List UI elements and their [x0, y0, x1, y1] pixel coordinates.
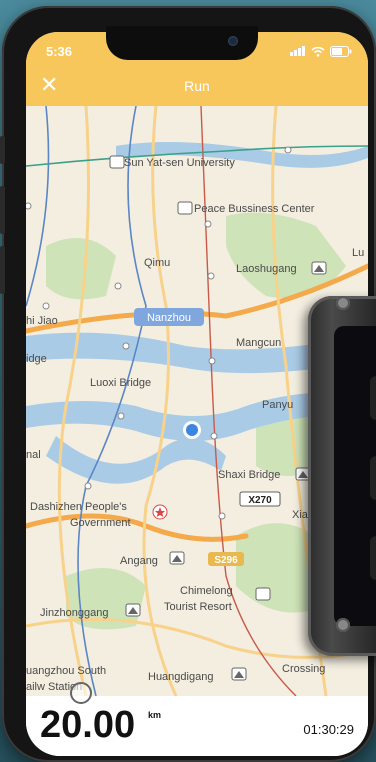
distance-value: 20.00 — [40, 704, 136, 746]
map-label: uangzhou South — [26, 665, 106, 677]
phone-side-button — [0, 136, 5, 164]
status-time: 5:36 — [46, 44, 73, 59]
map-label: Jinzhonggang — [40, 607, 109, 619]
app-header: ✕ Run — [26, 66, 368, 106]
map-label: Chimelong — [180, 585, 233, 597]
map-label: Mangcun — [236, 337, 281, 349]
camera-icon — [228, 36, 238, 46]
map-label: Laoshugang — [236, 263, 297, 275]
map-label: Tourist Resort — [164, 601, 232, 613]
distance-unit: km — [148, 710, 162, 720]
recenter-location-icon[interactable] — [70, 682, 92, 704]
map-label: Shaxi Bridge — [218, 469, 280, 481]
watch-screw — [336, 618, 350, 632]
watch-screw — [336, 296, 350, 310]
map-label: Sun Yat-sen University — [124, 157, 235, 169]
map-label: Government — [70, 517, 131, 529]
map-label: Qimu — [144, 257, 170, 269]
map-label: hi Jiao — [26, 315, 58, 327]
smartwatch-overlay — [308, 296, 376, 656]
run-stats-panel: 20.00 km 01:30:29 — [26, 696, 368, 756]
page-title: Run — [184, 78, 210, 94]
school-icon — [109, 155, 125, 169]
map-label: Panyu — [262, 399, 293, 411]
map-label: Luoxi Bridge — [90, 377, 151, 389]
signal-icon — [290, 44, 306, 59]
map-label: nal — [26, 449, 41, 461]
battery-icon — [330, 46, 352, 57]
map-label: Angang — [120, 555, 158, 567]
map-label-nanzhou: Nanzhou — [147, 312, 191, 324]
resort-icon — [255, 587, 271, 601]
building-icon — [177, 201, 193, 215]
map-label: Huangdigang — [148, 671, 213, 683]
map-label: idge — [26, 353, 47, 365]
map-label: Xia — [292, 509, 309, 521]
status-icons — [290, 44, 352, 59]
phone-volume-up — [0, 186, 5, 234]
map-label: Dashizhen People's — [30, 501, 127, 513]
watch-button — [370, 456, 376, 500]
duration-value: 01:30:29 — [303, 722, 354, 737]
watch-button — [370, 376, 376, 420]
road-label-x270: X270 — [248, 495, 272, 506]
wifi-icon — [311, 46, 325, 57]
map-label: Lu — [352, 247, 364, 259]
map-label: Peace Bussiness Center — [194, 203, 315, 215]
map-label: Crossing — [282, 663, 325, 675]
watch-button — [370, 536, 376, 580]
phone-notch — [106, 26, 258, 60]
phone-volume-down — [0, 246, 5, 294]
road-label-s296: S296 — [214, 555, 238, 566]
